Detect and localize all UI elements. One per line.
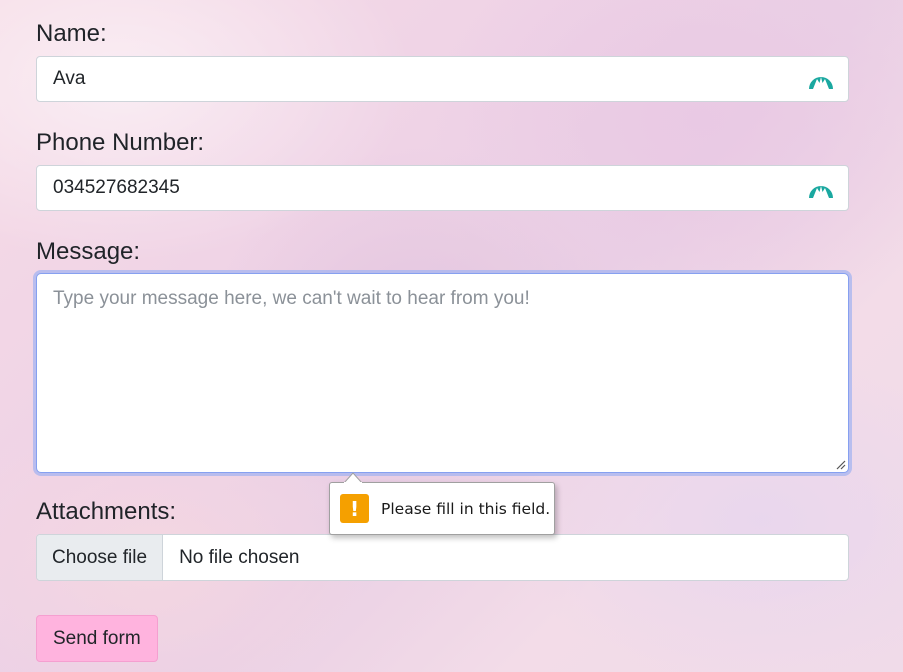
name-label: Name: (36, 20, 107, 47)
phone-input-value: 034527682345 (53, 177, 180, 198)
tooltip-arrow (344, 472, 362, 483)
phone-input[interactable]: 034527682345 (36, 165, 849, 211)
send-form-button[interactable]: Send form (36, 615, 158, 662)
attachments-file-input[interactable]: Choose file No file chosen (36, 534, 849, 581)
file-status-text: No file chosen (179, 546, 300, 568)
name-input-value: Ava (53, 68, 86, 89)
message-placeholder: Type your message here, we can't wait to… (53, 288, 530, 309)
choose-file-button[interactable]: Choose file (37, 535, 164, 580)
warning-icon-glyph: ! (349, 496, 360, 521)
validation-tooltip: ! Please fill in this field. (329, 472, 555, 535)
validation-message: Please fill in this field. (381, 499, 551, 518)
autofill-mountain-icon[interactable] (808, 177, 834, 199)
name-input[interactable]: Ava (36, 56, 849, 102)
warning-icon: ! (340, 494, 369, 523)
attachments-label: Attachments: (36, 498, 177, 525)
message-textarea[interactable]: Type your message here, we can't wait to… (36, 273, 849, 473)
autofill-mountain-icon[interactable] (808, 68, 834, 90)
message-label: Message: (36, 238, 141, 265)
phone-label: Phone Number: (36, 129, 205, 156)
resize-handle-icon[interactable] (835, 459, 846, 470)
